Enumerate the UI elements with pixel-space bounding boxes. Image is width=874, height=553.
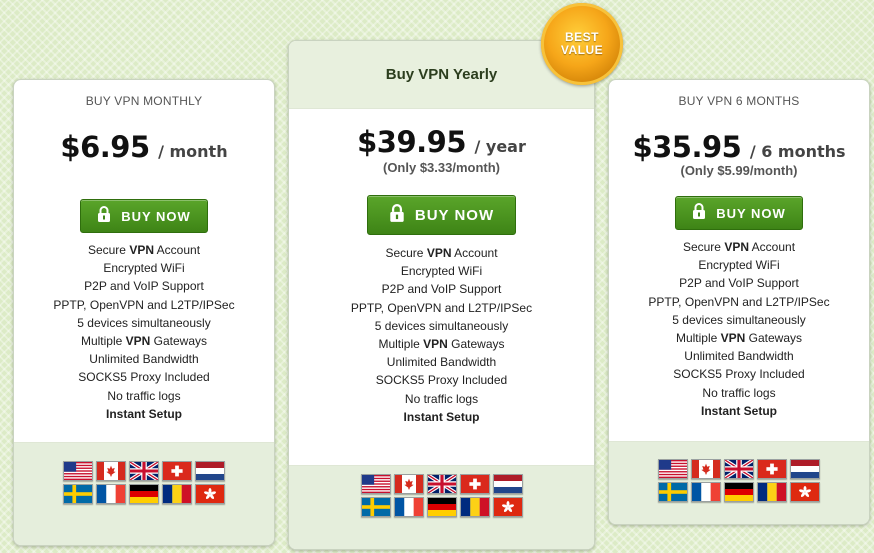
feature-item: P2P and VoIP Support [84,279,204,294]
germany-flag-icon [129,484,159,504]
feature-item: SOCKS5 Proxy Included [78,370,210,385]
buy-now-label: BUY NOW [121,208,191,224]
romania-flag-icon [459,497,490,517]
buy-now-button[interactable]: BUY NOW [675,196,803,230]
feature-list: Secure VPN Account Encrypted WiFi P2P an… [609,238,869,420]
france-flag-icon [96,484,126,504]
server-flags [63,461,225,504]
germany-flag-icon [426,497,457,517]
usa-flag-icon [63,461,93,481]
feature-item: Multiple VPN Gateways [80,333,208,348]
feature-item: No traffic logs [702,385,776,400]
sweden-flag-icon [360,497,391,517]
price-per-month: (Only $3.33/month) [382,160,501,175]
buy-now-label: BUY NOW [414,206,495,224]
switzerland-flag-icon [459,474,490,494]
canada-flag-icon [691,459,721,479]
price-period: / 6 months [749,142,846,161]
price-amount: $39.95 [357,125,467,159]
feature-item: 5 devices simultaneously [672,312,806,327]
price-amount: $35.95 [632,130,742,164]
plan-card-monthly: BUY VPN MONTHLY $6.95 / month BUY NOW Se… [13,79,275,546]
switzerland-flag-icon [162,461,192,481]
hong-kong-flag-icon [195,484,225,504]
hong-kong-flag-icon [790,482,820,502]
romania-flag-icon [162,484,192,504]
lock-icon [389,203,405,227]
server-flags-area [609,441,869,524]
feature-item: Unlimited Bandwidth [89,352,199,367]
hong-kong-flag-icon [492,497,523,517]
server-flags [360,474,523,517]
canada-flag-icon [393,474,424,494]
netherlands-flag-icon [790,459,820,479]
sweden-flag-icon [658,482,688,502]
feature-item: Secure VPN Account [385,246,498,260]
feature-item: Instant Setup [403,409,480,424]
lock-icon [97,206,111,226]
plan-card-6-months: BUY VPN 6 MONTHS $35.95 / 6 months (Only… [608,79,870,525]
feature-item: Encrypted WiFi [400,264,483,279]
plan-title: BUY VPN MONTHLY [85,94,203,108]
feature-item: Multiple VPN Gateways [675,330,803,345]
feature-item: Unlimited Bandwidth [684,349,794,364]
price-line: $6.95 / month [14,130,274,164]
feature-item: Instant Setup [700,403,777,418]
feature-item: Unlimited Bandwidth [386,355,497,370]
feature-item: Multiple VPN Gateways [378,336,505,351]
feature-list: Secure VPN Account Encrypted WiFi P2P an… [289,244,594,426]
plan-title: BUY VPN 6 MONTHS [678,94,800,108]
price-line: $35.95 / 6 months [609,130,869,164]
best-value-badge: BEST VALUE [541,3,623,85]
feature-list: Secure VPN Account Encrypted WiFi P2P an… [14,241,274,423]
uk-flag-icon [724,459,754,479]
server-flags [658,459,820,502]
france-flag-icon [691,482,721,502]
feature-item: PPTP, OpenVPN and L2TP/IPSec [350,300,533,315]
buy-now-button[interactable]: BUY NOW [80,199,208,233]
canada-flag-icon [96,461,126,481]
sweden-flag-icon [63,484,93,504]
price-per-month: (Only $5.99/month) [680,163,798,178]
netherlands-flag-icon [492,474,523,494]
feature-item: Encrypted WiFi [698,258,780,273]
feature-item: 5 devices simultaneously [374,318,509,333]
feature-item: Encrypted WiFi [103,261,185,276]
server-flags-area [14,442,274,545]
feature-item: Instant Setup [105,406,182,421]
uk-flag-icon [426,474,457,494]
feature-item: Secure VPN Account [682,240,796,254]
feature-item: No traffic logs [404,391,479,406]
price-period: / year [474,137,526,156]
feature-item: No traffic logs [107,388,181,403]
lock-icon [692,203,706,223]
feature-item: PPTP, OpenVPN and L2TP/IPSec [53,297,235,312]
buy-now-button[interactable]: BUY NOW [367,195,516,235]
server-flags-area [289,465,594,549]
germany-flag-icon [724,482,754,502]
feature-item: Secure VPN Account [87,243,201,257]
switzerland-flag-icon [757,459,787,479]
feature-item: P2P and VoIP Support [381,282,502,297]
badge-line-2: VALUE [560,43,604,57]
usa-flag-icon [360,474,391,494]
feature-item: SOCKS5 Proxy Included [673,367,805,382]
feature-item: P2P and VoIP Support [679,276,799,291]
uk-flag-icon [129,461,159,481]
romania-flag-icon [757,482,787,502]
france-flag-icon [393,497,424,517]
price-amount: $6.95 [60,130,150,164]
plan-card-yearly: Buy VPN Yearly $39.95 / year (Only $3.33… [288,40,595,550]
price-period: / month [158,142,228,161]
usa-flag-icon [658,459,688,479]
netherlands-flag-icon [195,461,225,481]
feature-item: PPTP, OpenVPN and L2TP/IPSec [648,294,830,309]
feature-item: 5 devices simultaneously [77,315,211,330]
price-line: $39.95 / year [289,125,594,159]
buy-now-label: BUY NOW [716,205,786,221]
feature-item: SOCKS5 Proxy Included [375,373,508,388]
